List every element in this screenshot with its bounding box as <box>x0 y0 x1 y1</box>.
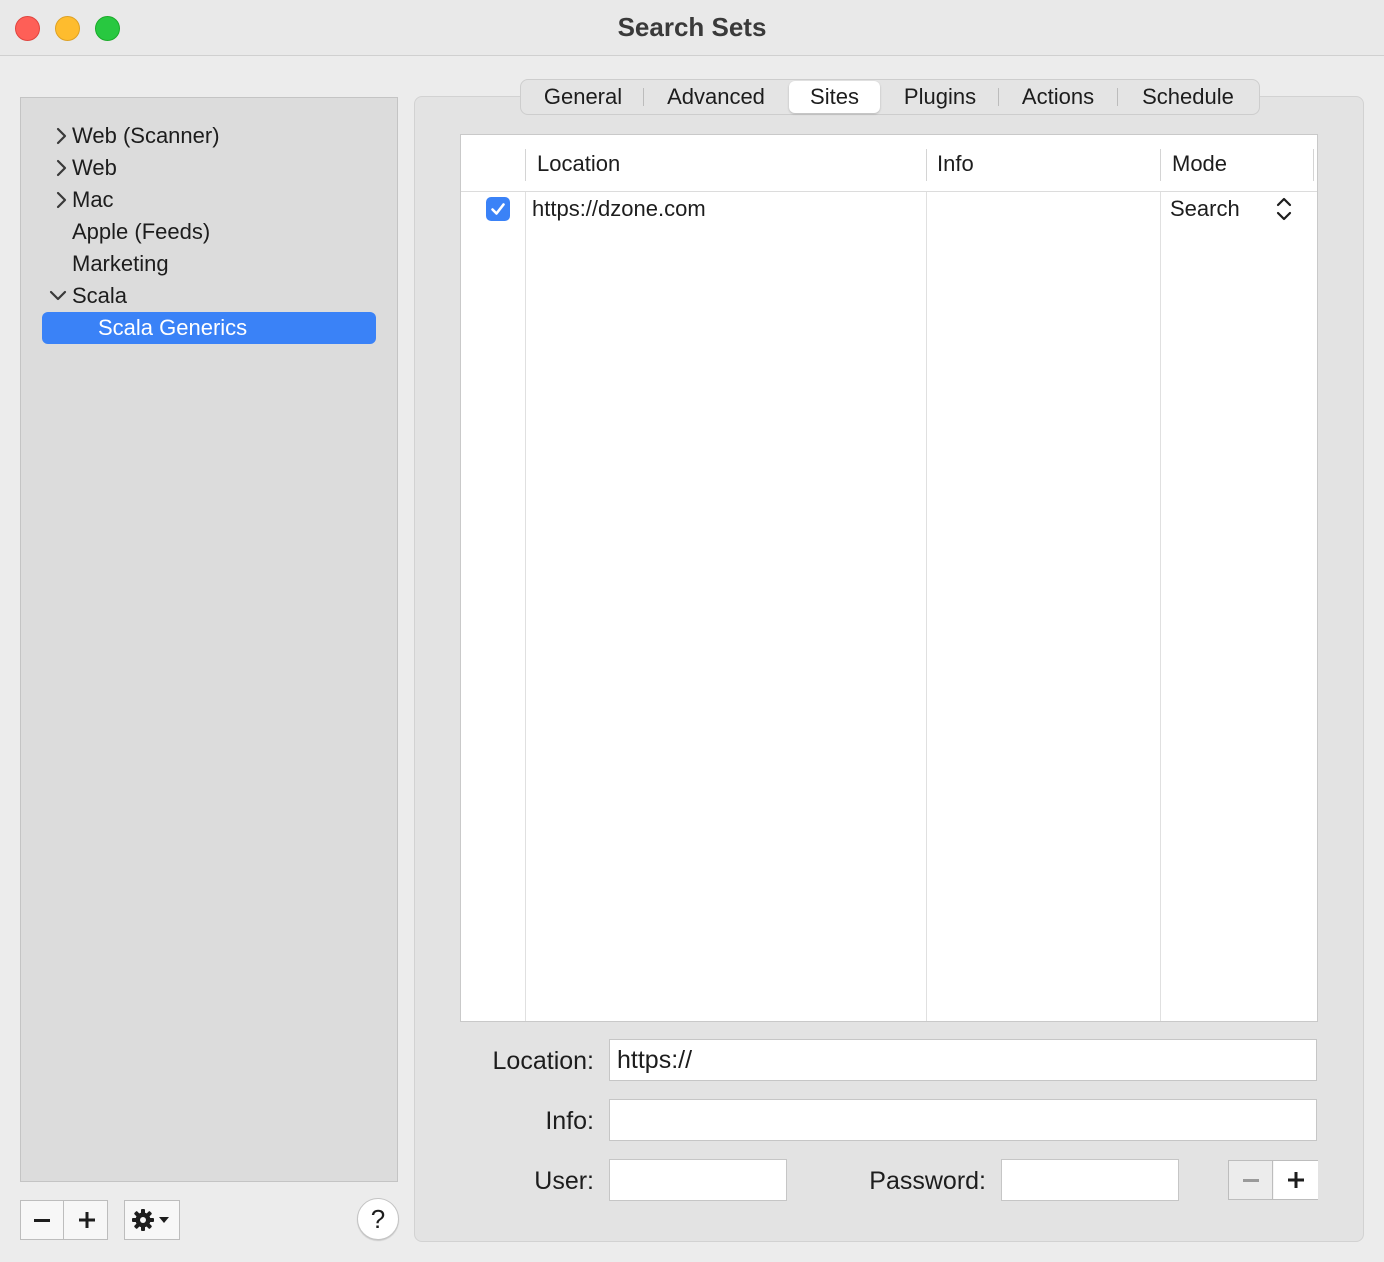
sidebar-item-label: Scala <box>72 283 128 308</box>
tab-schedule[interactable]: Schedule <box>1118 80 1258 114</box>
sidebar-item-label: Web (Scanner) <box>72 123 220 148</box>
checkmark-icon <box>491 203 505 215</box>
column-divider <box>926 149 927 181</box>
sites-table: Location Info Mode https://dzone.com Sea… <box>460 134 1318 1022</box>
sidebar-item-label: Scala Generics <box>98 315 248 340</box>
column-header-location[interactable]: Location <box>537 135 620 192</box>
remove-site-button[interactable] <box>1229 1161 1273 1199</box>
tab-advanced[interactable]: Advanced <box>644 80 788 114</box>
sidebar-item-label: Mac <box>72 187 114 212</box>
tab-bar: General Advanced Sites Plugins Actions S… <box>520 79 1260 115</box>
remove-set-button[interactable] <box>21 1201 64 1239</box>
action-menu-button[interactable] <box>124 1200 180 1240</box>
column-line <box>926 192 927 1021</box>
table-row[interactable]: https://dzone.com Search <box>461 192 1317 226</box>
column-line <box>525 192 526 1021</box>
site-location-cell: https://dzone.com <box>532 196 706 221</box>
plus-icon <box>78 1212 95 1228</box>
chevron-right-icon[interactable] <box>51 152 71 184</box>
password-label: Password: <box>869 1167 986 1195</box>
up-down-chevron-icon[interactable] <box>1275 196 1293 222</box>
sidebar-item-label: Apple (Feeds) <box>72 219 211 244</box>
column-header-mode[interactable]: Mode <box>1172 135 1227 192</box>
add-site-button[interactable] <box>1274 1161 1318 1199</box>
location-input[interactable] <box>609 1039 1317 1081</box>
column-header-info[interactable]: Info <box>937 135 974 192</box>
plus-icon <box>1288 1172 1304 1188</box>
tab-actions[interactable]: Actions <box>999 80 1117 114</box>
search-sets-sidebar: Web (Scanner) Web Mac Apple (Feeds) Mark… <box>20 97 398 1182</box>
chevron-down-icon[interactable] <box>48 280 68 312</box>
minus-icon <box>1242 1179 1259 1182</box>
add-set-button[interactable] <box>65 1201 108 1239</box>
user-input[interactable] <box>609 1159 787 1201</box>
info-label: Info: <box>545 1107 594 1135</box>
column-divider <box>525 149 526 181</box>
site-add-remove-buttons <box>1228 1160 1318 1200</box>
tab-sites[interactable]: Sites <box>789 81 880 113</box>
column-divider <box>1313 149 1314 181</box>
gear-icon <box>132 1209 169 1231</box>
location-label: Location: <box>492 1047 594 1075</box>
sidebar-item-label: Web <box>72 155 117 180</box>
site-mode-popup[interactable]: Search <box>1170 192 1240 226</box>
minus-icon <box>34 1219 50 1222</box>
sidebar-add-remove-buttons <box>20 1200 108 1240</box>
sidebar-item-label: Marketing <box>72 251 169 276</box>
window-title: Search Sets <box>617 12 767 42</box>
column-divider <box>1160 149 1161 181</box>
chevron-right-icon[interactable] <box>51 184 71 216</box>
password-input[interactable] <box>1001 1159 1179 1201</box>
tab-plugins[interactable]: Plugins <box>882 80 998 114</box>
column-line <box>1160 192 1161 1021</box>
table-header: Location Info Mode <box>461 135 1317 192</box>
chevron-right-icon[interactable] <box>51 120 71 152</box>
user-label: User: <box>534 1167 594 1195</box>
title-bar: Search Sets <box>0 0 1384 56</box>
sidebar-item-scala-generics[interactable]: Scala Generics <box>42 312 376 344</box>
site-enabled-checkbox[interactable] <box>486 197 510 221</box>
info-input[interactable] <box>609 1099 1317 1141</box>
tab-general[interactable]: General <box>523 80 643 114</box>
help-button[interactable]: ? <box>357 1198 399 1240</box>
